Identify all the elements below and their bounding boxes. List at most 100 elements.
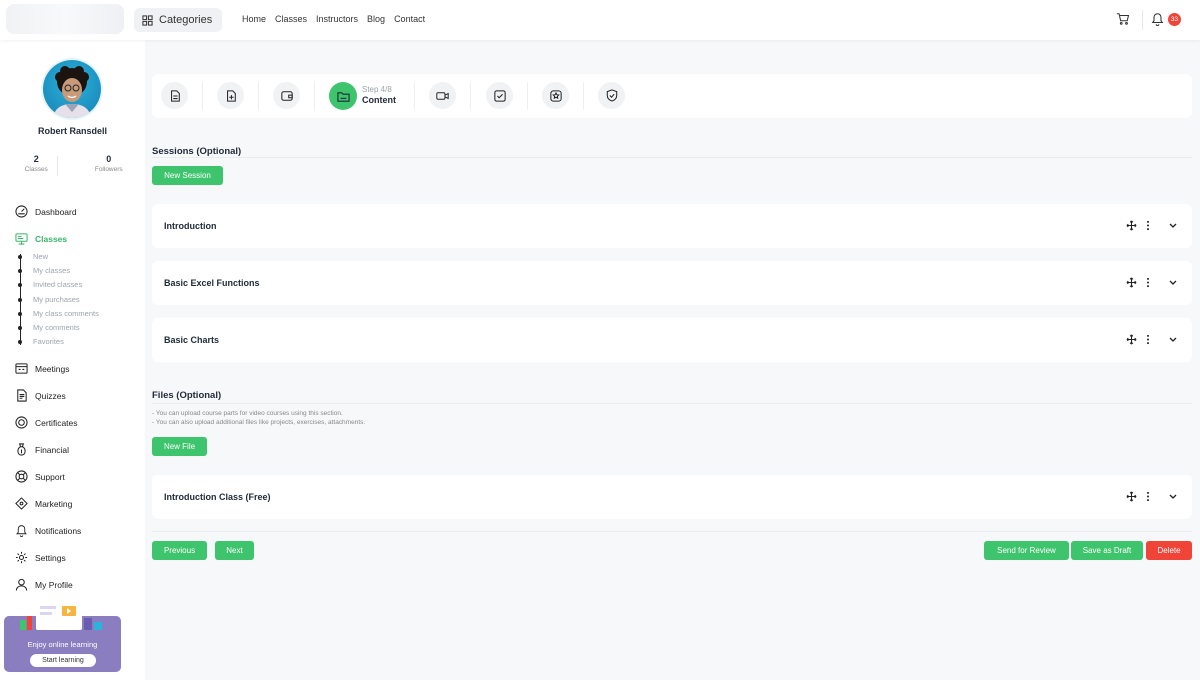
profile-stats: 2 Classes 0 Followers (0, 154, 145, 173)
categories-label: Categories (159, 14, 213, 26)
checklist-icon (493, 89, 506, 102)
step-quiz[interactable] (542, 82, 569, 109)
sidebar-item-financial[interactable]: Financial (15, 436, 140, 463)
avatar[interactable] (43, 60, 101, 118)
sidebar-item-label: Support (35, 471, 65, 482)
files-note: - You can also upload additional files l… (152, 419, 366, 426)
logo[interactable] (6, 4, 124, 34)
chevron-down-icon[interactable] (1168, 491, 1178, 502)
marketing-icon (15, 497, 28, 511)
submenu-favorites[interactable]: Favorites (18, 335, 140, 349)
submenu-my-comments[interactable]: My comments (18, 321, 140, 335)
sidebar-item-dashboard[interactable]: Dashboard (15, 198, 140, 225)
step-divider (414, 82, 415, 110)
sidebar-item-quizzes[interactable]: Quizzes (15, 382, 140, 409)
drag-move-icon[interactable] (1126, 277, 1137, 288)
files-divider (152, 403, 1192, 404)
step-extra-info[interactable] (217, 82, 244, 109)
nav-classes[interactable]: Classes (275, 14, 307, 24)
top-bar: Categories Home Classes Instructors Blog… (0, 0, 1200, 40)
session-item[interactable]: Basic Charts (152, 318, 1192, 362)
send-for-review-button[interactable]: Send for Review (984, 541, 1069, 560)
step-divider (583, 82, 584, 110)
file-title: Introduction Class (Free) (164, 492, 271, 502)
step-video[interactable] (429, 82, 456, 109)
sessions-divider (152, 157, 1192, 158)
stat-classes: 2 Classes (0, 154, 73, 173)
classes-submenu: New My classes Invited classes My purcha… (18, 250, 140, 349)
categories-button[interactable]: Categories (134, 8, 222, 32)
user-name: Robert Ransdell (37, 126, 107, 136)
drag-move-icon[interactable] (1126, 491, 1137, 502)
file-item[interactable]: Introduction Class (Free) (152, 475, 1192, 519)
files-note: - You can upload course parts for video … (152, 410, 343, 417)
sidebar-item-notifications[interactable]: Notifications (15, 517, 140, 544)
dashboard-icon (15, 205, 28, 218)
stat-label: Followers (94, 166, 123, 173)
step-publish[interactable] (598, 82, 625, 109)
bell-icon (16, 525, 27, 538)
submenu-new[interactable]: New (18, 250, 140, 264)
delete-button[interactable]: Delete (1146, 541, 1192, 560)
more-options-icon[interactable] (1146, 491, 1150, 502)
drag-move-icon[interactable] (1126, 220, 1137, 231)
start-learning-button[interactable]: Start learning (30, 654, 96, 667)
basic-info-icon (170, 89, 180, 102)
nav-contact[interactable]: Contact (394, 14, 425, 24)
grid-icon (142, 14, 153, 26)
new-session-button[interactable]: New Session (152, 166, 223, 185)
quizzes-icon (17, 389, 27, 402)
step-title: Content (362, 95, 396, 105)
sidebar-item-marketing[interactable]: Marketing (15, 490, 140, 517)
nav-blog[interactable]: Blog (367, 14, 385, 24)
sidebar-item-classes[interactable]: Classes (15, 225, 140, 252)
submenu-my-purchases[interactable]: My purchases (18, 293, 140, 307)
user-icon (15, 579, 28, 591)
submenu-my-class-comments[interactable]: My class comments (18, 307, 140, 321)
promo-text: Enjoy online learning (27, 640, 98, 649)
sidebar-item-label: Notifications (35, 525, 82, 536)
new-file-button[interactable]: New File (152, 437, 207, 456)
stat-value: 2 (33, 154, 39, 164)
sidebar-item-support[interactable]: Support (15, 463, 140, 490)
chevron-down-icon[interactable] (1168, 334, 1178, 345)
step-content[interactable] (329, 82, 357, 110)
step-pricing[interactable] (273, 82, 300, 109)
more-options-icon[interactable] (1146, 277, 1150, 288)
top-nav: Home Classes Instructors Blog Contact (242, 14, 425, 24)
save-as-draft-button[interactable]: Save as Draft (1071, 541, 1143, 560)
chevron-down-icon[interactable] (1168, 220, 1178, 231)
sidebar-item-label: Settings (35, 552, 66, 563)
online-learning-illustration (20, 600, 102, 630)
session-item[interactable]: Basic Excel Functions (152, 261, 1192, 305)
step-divider (202, 82, 203, 110)
drag-move-icon[interactable] (1126, 334, 1137, 345)
header-divider (1142, 10, 1143, 30)
sidebar-item-settings[interactable]: Settings (15, 544, 140, 571)
gear-icon (15, 552, 28, 564)
step-basic-info[interactable] (161, 82, 188, 109)
submenu-invited-classes[interactable]: Invited classes (18, 278, 140, 292)
next-button[interactable]: Next (215, 541, 254, 560)
sidebar-item-label: Marketing (35, 498, 73, 509)
step-counter: Step 4/8 (362, 85, 392, 94)
more-options-icon[interactable] (1146, 334, 1150, 345)
cart-icon[interactable] (1116, 12, 1130, 26)
sidebar-menu: Dashboard Classes New My classes Invited… (15, 198, 140, 598)
previous-button[interactable]: Previous (152, 541, 207, 560)
sidebar-item-certificates[interactable]: Certificates (15, 409, 140, 436)
classes-icon (15, 233, 28, 245)
current-step-label: Step 4/8 Content (362, 85, 396, 105)
chevron-down-icon[interactable] (1168, 277, 1178, 288)
more-options-icon[interactable] (1146, 220, 1150, 231)
session-title: Basic Excel Functions (164, 278, 260, 288)
notification-bell-icon[interactable] (1151, 12, 1164, 26)
nav-instructors[interactable]: Instructors (316, 14, 358, 24)
nav-home[interactable]: Home (242, 14, 266, 24)
step-checklist[interactable] (486, 82, 513, 109)
sidebar-item-meetings[interactable]: Meetings (15, 355, 140, 382)
sidebar-item-label: Financial (35, 444, 70, 455)
sidebar-item-label: Classes (35, 233, 68, 244)
submenu-my-classes[interactable]: My classes (18, 264, 140, 278)
session-item[interactable]: Introduction (152, 204, 1192, 248)
